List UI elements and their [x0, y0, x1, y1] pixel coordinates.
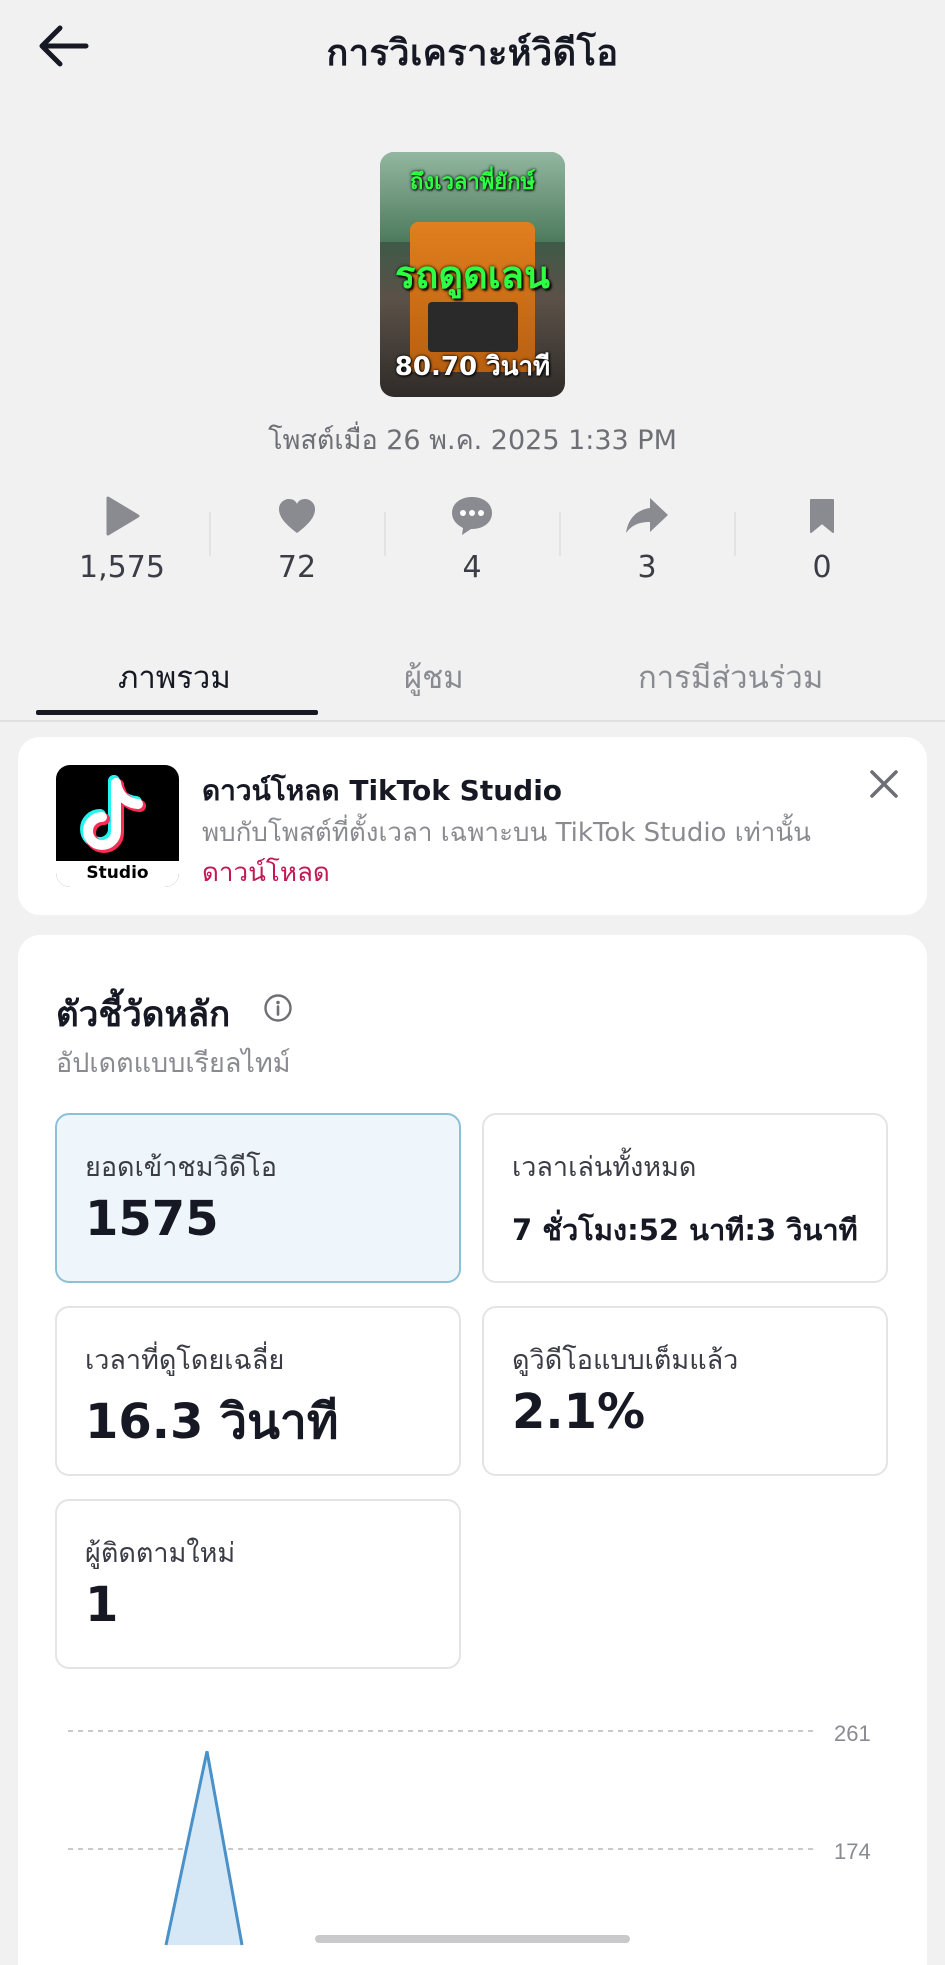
active-tab-indicator	[36, 710, 318, 715]
stat-value: 72	[277, 550, 317, 585]
bookmark-icon	[810, 499, 834, 533]
close-icon	[870, 770, 898, 798]
video-thumbnail[interactable]: ถึงเวลาพี่ยักษ์ รถดูดเลน 80.70 วินาที	[380, 152, 565, 397]
stat-value: 1,575	[79, 550, 165, 585]
posted-date: โพสต์เมื่อ 26 พ.ค. 2025 1:33 PM	[268, 425, 677, 456]
stat-comments: 4	[412, 488, 532, 585]
heart-icon	[279, 499, 315, 533]
stat-saves: 0	[762, 488, 882, 585]
stat-likes: 72	[237, 488, 357, 585]
stat-divider	[734, 512, 736, 556]
y-tick-label: 261	[834, 1721, 871, 1746]
app-icon-label: Studio	[86, 863, 149, 883]
share-icon	[626, 498, 668, 533]
tab-audience[interactable]: ผู้ชม	[404, 652, 464, 702]
tiktok-logo-icon	[80, 775, 146, 853]
tab-overview[interactable]: ภาพรวม	[118, 652, 231, 702]
page-title: การวิเคราะห์วิดีโอ	[326, 33, 619, 74]
promo-title: ดาวน์โหลด TikTok Studio	[202, 774, 563, 807]
top-bar: การวิเคราะห์วิดีโอ	[0, 0, 945, 100]
stat-divider	[209, 512, 211, 556]
promo-description: พบกับโพสต์ที่ตั้งเวลา เฉพาะบน TikTok Stu…	[202, 813, 842, 893]
comment-icon	[452, 497, 492, 535]
play-icon	[106, 496, 140, 536]
stat-divider	[559, 512, 561, 556]
stat-value: 3	[637, 550, 657, 585]
tiktok-studio-promo: Studio ดาวน์โหลด TikTok Studio พบกับโพสต…	[18, 737, 927, 915]
stats-row: 1,575 72 4 3 0	[0, 488, 945, 598]
tiktok-studio-app-icon[interactable]: Studio	[56, 765, 179, 887]
thumbnail-duration-text: 80.70 วินาที	[394, 352, 551, 382]
download-link[interactable]: ดาวน์โหลด	[202, 858, 330, 888]
key-metrics-section: ตัวชี้วัดหลัก อัปเดตแบบเรียลไทม์ ยอดเข้า…	[18, 935, 927, 1965]
thumbnail-main-text: รถดูดเลน	[394, 253, 551, 297]
promo-description-text: พบกับโพสต์ที่ตั้งเวลา เฉพาะบน TikTok Stu…	[202, 818, 811, 848]
thumbnail-top-text: ถึงเวลาพี่ยักษ์	[410, 170, 535, 195]
stat-value: 0	[812, 550, 832, 585]
truck-grill-image	[428, 302, 518, 352]
home-indicator	[315, 1935, 630, 1943]
close-promo-button[interactable]	[867, 767, 901, 801]
views-chart: 261 174	[68, 1721, 871, 1946]
stat-shares: 3	[587, 488, 707, 585]
stat-views: 1,575	[62, 488, 182, 585]
stat-value: 4	[462, 550, 482, 585]
stat-divider	[384, 512, 386, 556]
y-tick-label: 174	[834, 1839, 871, 1864]
tab-engagement[interactable]: การมีส่วนร่วม	[638, 652, 823, 702]
